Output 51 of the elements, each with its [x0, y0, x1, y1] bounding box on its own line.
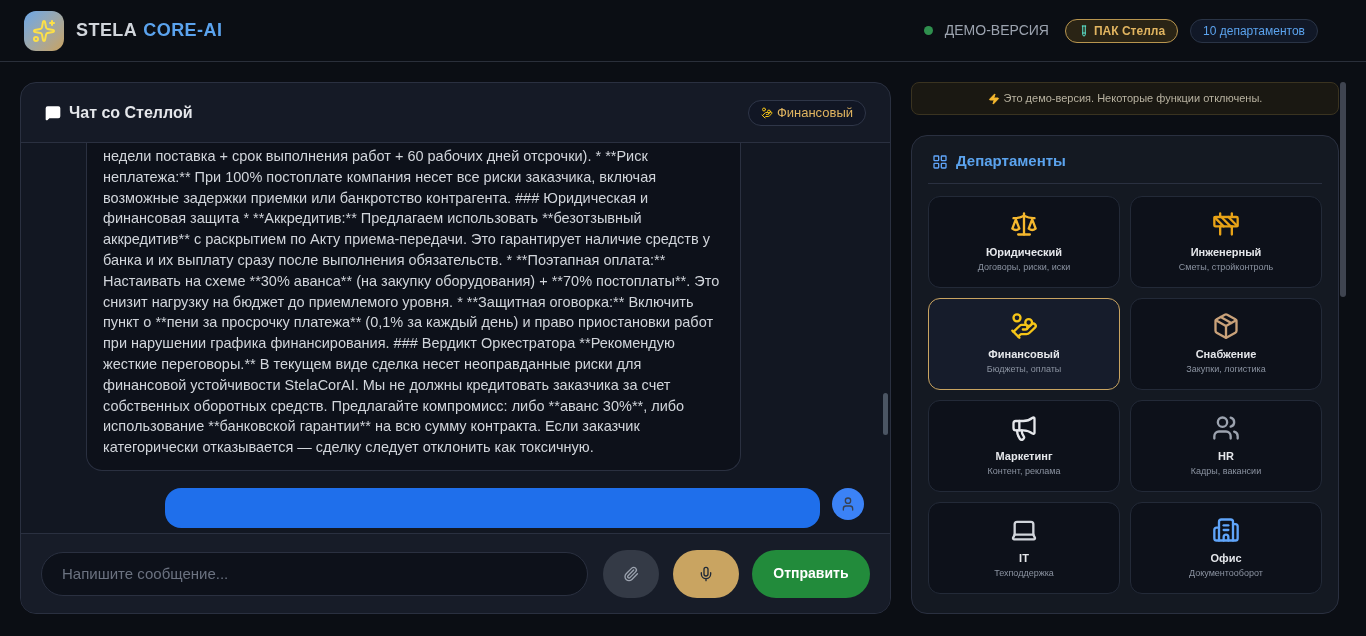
department-name: Офис — [1210, 551, 1242, 566]
department-card[interactable]: Юридический Договоры, риски, иски — [928, 196, 1120, 288]
lightning-icon — [987, 92, 1000, 105]
department-description: Договоры, риски, иски — [977, 260, 1071, 274]
grid-icon — [932, 153, 948, 170]
department-card[interactable]: Снабжение Закупки, логистика — [1130, 298, 1322, 390]
department-name: Финансовый — [988, 347, 1060, 362]
assistant-message: недели поставка + срок выполнения работ + 60 рабочих дней отсрочки). * **Риск неплатежа:** При 100% постоплате компания несет все риски заказчика, включая возможные задержки приемки или банкротство контрагента. ### Юридическая и финансовая защита * **Аккредитив:** Предлагаем использовать **безотзывный аккредитив** с раскрытием по Акту приема-передачи. Это гарантирует наличие средств у банка и их выплату сразу после выполнения обязательств. * **Поэтапная оплата:** Настаивать на схеме **30% аванса** (на закупку оборудования) + **70% постоплаты**. Это снизит нагрузку на бюджет до приемлемого уровня. * **Защитная оговорка:** Включить пункт о **пени за просрочку платежа** (0,1% за каждый день) и право приостановки работ при нарушении графика финансирования. ### Вердикт Оркестратора **Рекомендую жесткие переговоры.** В текущем виде сделка несет неоправданные риски для финансовой устойчивости StelaCorAI. Мы не должны кредитовать заказчика за счет собственных оборотных средств. Предлагайте компромисс: либо **аванс 30%**, либо использование **банковской гарантии** на всю сумму контракта. Если заказчик категорически отказывается — сделку следует отклонить как токсичную. — [86, 143, 741, 471]
microphone-button[interactable] — [673, 549, 739, 598]
brand-accent: CORE-AI — [143, 19, 223, 42]
megaphone-icon — [1010, 414, 1038, 442]
department-description: Контент, реклама — [987, 464, 1061, 478]
status-label: ДЕМО-ВЕРСИЯ — [944, 21, 1049, 40]
scales-icon — [1010, 210, 1038, 238]
office-building-icon — [1212, 516, 1240, 544]
department-description: Закупки, логистика — [1186, 362, 1266, 376]
department-name: Юридический — [985, 245, 1063, 260]
scrollbar-thumb[interactable] — [883, 393, 888, 435]
chat-bubble-icon — [45, 104, 61, 121]
departments-title: Департаменты — [956, 151, 1066, 172]
department-name: Инженерный — [1190, 245, 1262, 260]
department-card[interactable]: Инженерный Сметы, стройконтроль — [1130, 196, 1322, 288]
department-card[interactable]: Маркетинг Контент, реклама — [928, 400, 1120, 492]
paperclip-icon — [622, 565, 639, 582]
chat-title: Чат со Стеллой — [69, 102, 193, 123]
department-card[interactable]: Офис Документооборот — [1130, 502, 1322, 594]
department-description: Сметы, стройконтроль — [1178, 260, 1274, 274]
department-description: Техподдержка — [994, 566, 1054, 580]
department-name: HR — [1218, 449, 1234, 464]
sparkles-icon — [32, 18, 56, 43]
demo-notice-text: Это демо-версия. Некоторые функции отключены. — [1003, 91, 1263, 107]
department-name: Маркетинг — [995, 449, 1053, 464]
department-description: Документооборот — [1189, 566, 1263, 580]
scrollbar-thumb[interactable] — [1340, 82, 1346, 297]
department-card[interactable]: IT Техподдержка — [928, 502, 1120, 594]
department-card[interactable]: Финансовый Бюджеты, оплаты — [928, 298, 1120, 390]
person-icon — [840, 495, 856, 512]
box-icon — [1212, 312, 1240, 340]
people-icon — [1212, 414, 1240, 442]
department-badge: Финансовый — [747, 99, 866, 126]
department-card[interactable]: HR Кадры, вакансии — [1130, 400, 1322, 492]
department-description: Бюджеты, оплаты — [986, 362, 1062, 376]
brand-name: STELA — [76, 19, 138, 42]
microphone-icon — [698, 565, 714, 582]
message-input[interactable]: Напишите сообщение... — [41, 551, 588, 596]
department-description: Кадры, вакансии — [1190, 464, 1262, 478]
send-button[interactable]: Отправить — [751, 549, 870, 598]
departments-count-badge: 10 департаментов — [1190, 18, 1318, 43]
pack-button[interactable]: ПАК Стелла — [1064, 18, 1179, 43]
department-name: IT — [1019, 551, 1029, 566]
department-name: Снабжение — [1195, 347, 1257, 362]
